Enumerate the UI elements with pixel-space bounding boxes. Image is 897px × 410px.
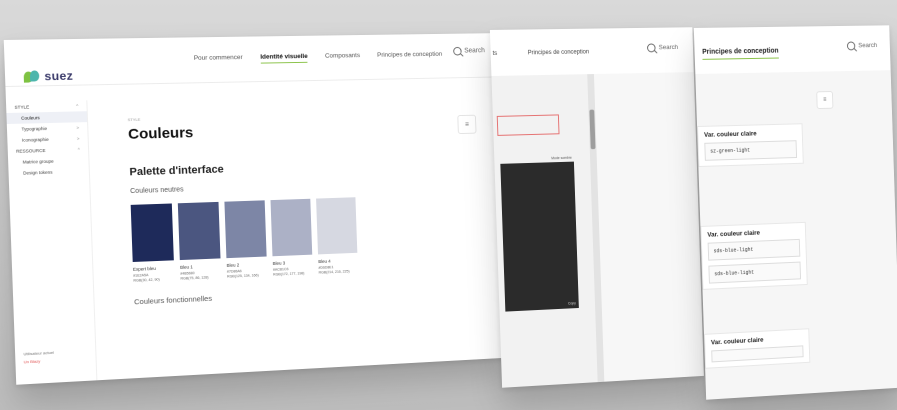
nav-link-components[interactable]: Composants bbox=[325, 52, 360, 62]
token-card: Var. couleur claire sds-blue-light sds-b… bbox=[700, 221, 808, 290]
search-button[interactable]: Search bbox=[452, 46, 485, 56]
suez-logo-icon bbox=[24, 70, 41, 82]
search-icon bbox=[647, 43, 657, 53]
token-card: Var. couleur claire sz-green-light bbox=[697, 123, 804, 168]
middle-preview-area: Mode sombre Copy bbox=[491, 74, 599, 388]
sidebar-item-label: RESSOURCE bbox=[16, 148, 46, 154]
middle-window: ts Principes de conception Search Mode s… bbox=[489, 27, 704, 388]
swatch-color-box bbox=[316, 197, 358, 255]
swatch-name: Expert bleu bbox=[132, 265, 156, 272]
token-card: Var. couleur claire bbox=[703, 328, 811, 369]
middle-top-navigation: ts Principes de conception Search bbox=[489, 27, 694, 78]
sidebar: STYLE ^ Couleurs Typographie > Iconograp… bbox=[5, 100, 98, 385]
right-window: Principes de conception Search ≡ Var. co… bbox=[693, 25, 897, 400]
color-swatch[interactable]: Bleu 1 #4B5680 RGB(75, 86, 128) bbox=[177, 201, 221, 281]
search-button[interactable]: Search bbox=[647, 43, 679, 53]
swatch-color-box bbox=[177, 201, 221, 261]
user-badge[interactable]: Un Blazy bbox=[24, 359, 41, 365]
swatch-code: #D6D8E1 RGB(214, 216, 225) bbox=[318, 265, 350, 275]
nav-link-partial[interactable]: ts bbox=[493, 51, 498, 57]
subsection-title: Couleurs neutres bbox=[130, 186, 184, 196]
search-label: Search bbox=[858, 42, 878, 50]
swatch-code: #1E2A5A RGB(30, 42, 90) bbox=[133, 273, 160, 283]
sidebar-item-label: STYLE bbox=[14, 104, 30, 110]
nav-link-design-principles[interactable]: Principes de conception bbox=[528, 49, 590, 56]
swatch-color-box bbox=[224, 200, 267, 259]
chevron-right-icon: > bbox=[76, 125, 80, 131]
dark-mode-preview: Mode sombre Copy bbox=[500, 156, 579, 312]
middle-body: Mode sombre Copy bbox=[491, 72, 704, 388]
swatch-code: #ACB1C6 RGB(172, 177, 198) bbox=[272, 267, 305, 277]
sidebar-item-label: Couleurs bbox=[21, 115, 40, 121]
chevron-up-icon: ^ bbox=[76, 103, 79, 109]
top-navigation: suez Pour commencer Identité visuelle Co… bbox=[3, 33, 495, 88]
color-swatch[interactable]: Bleu 4 #D6D8E1 RGB(214, 216, 225) bbox=[316, 197, 358, 275]
copy-button[interactable]: Copy bbox=[568, 301, 576, 305]
swatch-code: #4B5680 RGB(75, 86, 128) bbox=[180, 271, 209, 281]
page-title: Couleurs bbox=[127, 124, 194, 143]
chevron-right-icon: > bbox=[76, 136, 80, 142]
nav-links: Pour commencer Identité visuelle Composa… bbox=[194, 51, 443, 65]
swatch-color-box bbox=[270, 198, 313, 257]
token-code[interactable]: sds-blue-light bbox=[708, 261, 802, 284]
token-code[interactable]: sds-blue-light bbox=[707, 238, 801, 261]
main-content: STYLE Couleurs Palette d'interface Coule… bbox=[128, 109, 484, 306]
sidebar-footer-text: Utilisateur actuel bbox=[23, 349, 55, 357]
sidebar-item-label: Typographie bbox=[21, 126, 48, 132]
main-window: suez Pour commencer Identité visuelle Co… bbox=[3, 33, 505, 385]
sidebar-item-label: Iconographie bbox=[21, 136, 49, 143]
color-swatch[interactable]: Expert bleu #1E2A5A RGB(30, 42, 90) bbox=[130, 203, 175, 283]
swatch-code: #7D86A6 RGB(125, 134, 166) bbox=[226, 269, 259, 279]
search-icon bbox=[452, 46, 462, 56]
search-button[interactable]: Search bbox=[847, 41, 878, 51]
color-swatch[interactable]: Bleu 2 #7D86A6 RGB(125, 134, 166) bbox=[224, 200, 267, 279]
highlighted-box bbox=[496, 114, 560, 136]
swatch-row: Expert bleu #1E2A5A RGB(30, 42, 90) Bleu … bbox=[130, 193, 483, 283]
search-icon bbox=[847, 41, 856, 51]
chevron-up-icon: ^ bbox=[77, 147, 80, 153]
toc-button[interactable]: ≡ bbox=[816, 90, 834, 110]
swatch-name: Bleu 1 bbox=[180, 264, 193, 270]
nav-link-design-principles[interactable]: Principes de conception bbox=[377, 51, 442, 62]
nav-link-getting-started[interactable]: Pour commencer bbox=[194, 54, 243, 65]
stage: suez Pour commencer Identité visuelle Co… bbox=[0, 0, 897, 410]
swatch-name: Bleu 3 bbox=[272, 260, 286, 266]
search-label: Search bbox=[658, 44, 679, 52]
swatch-color-box bbox=[130, 203, 174, 263]
sidebar-item-label: Design tokens bbox=[23, 169, 53, 176]
right-top-navigation: Principes de conception Search bbox=[693, 25, 891, 76]
nav-link-design-principles[interactable]: Principes de conception bbox=[702, 47, 779, 60]
logo[interactable]: suez bbox=[24, 69, 74, 84]
nav-link-visual-identity[interactable]: Identité visuelle bbox=[260, 53, 308, 64]
logo-text: suez bbox=[44, 68, 74, 84]
search-label: Search bbox=[464, 47, 485, 55]
color-swatch[interactable]: Bleu 3 #ACB1C6 RGB(172, 177, 198) bbox=[270, 198, 313, 277]
swatch-name: Bleu 2 bbox=[226, 262, 240, 268]
swatch-name: Bleu 4 bbox=[318, 258, 331, 265]
dark-mode-tag: Mode sombre bbox=[551, 155, 572, 161]
sidebar-item-design-tokens[interactable]: Design tokens bbox=[8, 166, 89, 179]
sidebar-item-label: Matrice groupe bbox=[22, 158, 54, 165]
sidebar-footer: Utilisateur actuel Un Blazy bbox=[23, 350, 54, 365]
section-title: Palette d'interface bbox=[129, 163, 224, 179]
token-code[interactable]: sz-green-light bbox=[704, 140, 798, 161]
middle-side-area bbox=[593, 72, 704, 382]
next-section-title: Couleurs fonctionnelles bbox=[133, 293, 213, 306]
toc-icon: ≡ bbox=[823, 97, 827, 104]
